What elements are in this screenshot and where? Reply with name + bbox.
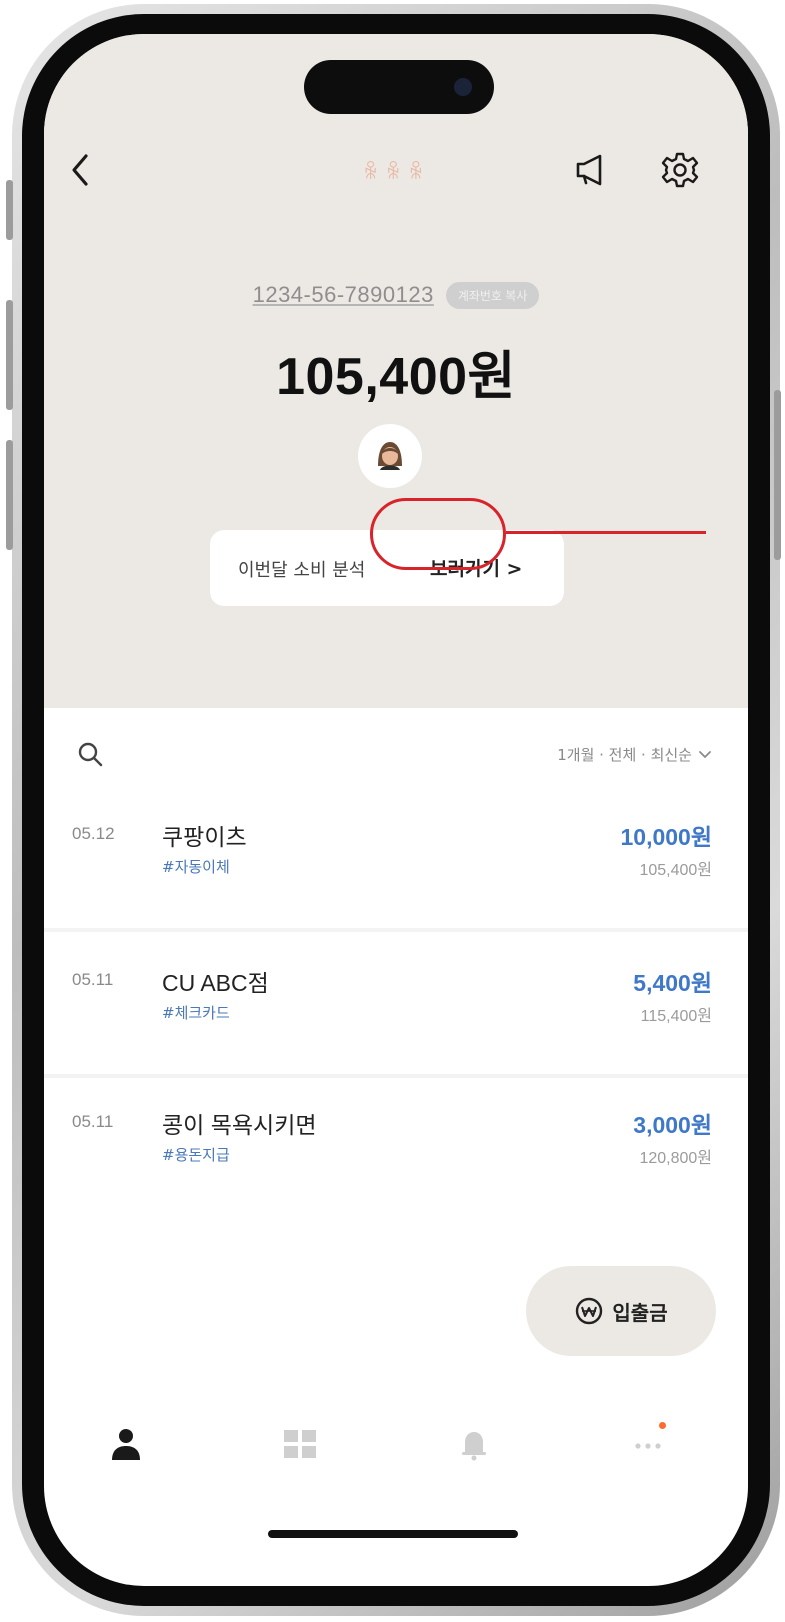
tab-menu[interactable] (270, 1414, 330, 1474)
settings-button[interactable] (654, 144, 706, 196)
transaction-amount: 10,000원 (620, 824, 712, 850)
tab-notifications[interactable] (444, 1414, 504, 1474)
bell-icon (462, 1432, 486, 1461)
transaction-row[interactable]: 05.12 쿠팡이츠 #자동이체 10,000원 105,400원 (44, 798, 748, 928)
filter-bar: 1개월 · 전체 · 최신순 (44, 708, 748, 798)
front-camera (454, 78, 472, 96)
account-number[interactable]: 1234-56-7890123 (253, 282, 434, 308)
transaction-date: 05.11 (72, 970, 114, 989)
transaction-date: 05.11 (72, 1112, 114, 1131)
bottom-tab-bar (44, 1384, 748, 1494)
tab-profile[interactable] (96, 1414, 156, 1474)
deposit-withdraw-label: 입출금 (612, 1300, 668, 1325)
notification-dot (659, 1422, 666, 1429)
person-icon (112, 1429, 140, 1460)
highlight-pointer-line (506, 531, 706, 534)
nickname-glyph: ꆜ (363, 160, 380, 184)
gear-icon (661, 152, 699, 188)
grid-icon (284, 1430, 316, 1458)
account-header: ꆜ ꆜ ꆜ 1234-56-7890123 계좌번호 복사 105,400원 이… (44, 34, 748, 708)
search-button[interactable] (70, 734, 110, 774)
transaction-row[interactable]: 05.11 콩이 목욕시키면 #용돈지급 3,000원 120,800원 (44, 1086, 748, 1216)
chevron-down-icon (699, 750, 711, 758)
transaction-tag: #자동이체 (162, 858, 230, 876)
transaction-tag: #체크카드 (162, 1004, 230, 1022)
memoji-avatar-icon (378, 442, 402, 470)
transaction-tag: #용돈지급 (162, 1146, 230, 1164)
app-screen: ꆜ ꆜ ꆜ 1234-56-7890123 계좌번호 복사 105,400원 이… (44, 34, 748, 1586)
megaphone-icon (576, 154, 602, 186)
transaction-amount: 3,000원 (633, 1112, 712, 1138)
highlight-ring-annotation (370, 498, 506, 570)
spending-analysis-label: 이번달 소비 분석 (238, 560, 366, 581)
avatar[interactable] (358, 424, 422, 488)
transaction-title: 쿠팡이츠 (162, 824, 247, 850)
nickname-glyph: ꆜ (385, 160, 403, 184)
home-indicator[interactable] (268, 1530, 518, 1538)
transaction-balance: 115,400원 (640, 1008, 712, 1025)
account-nickname: ꆜ ꆜ ꆜ (324, 156, 464, 186)
side-button-mute (6, 180, 13, 240)
tab-more[interactable] (618, 1414, 678, 1474)
chevron-left-icon (72, 154, 88, 186)
transaction-amount: 5,400원 (633, 970, 712, 996)
dynamic-island (304, 60, 494, 114)
transaction-row[interactable]: 05.11 CU ABC점 #체크카드 5,400원 115,400원 (44, 944, 748, 1074)
more-dots-icon (635, 1443, 661, 1449)
won-coin-icon (576, 1297, 603, 1325)
back-button[interactable] (58, 142, 102, 198)
row-divider (44, 928, 748, 932)
announcement-button[interactable] (564, 144, 616, 196)
search-icon (78, 742, 103, 767)
filter-dropdown[interactable]: 1개월 · 전체 · 최신순 (557, 744, 712, 765)
transaction-balance: 120,800원 (639, 1150, 712, 1167)
transaction-title: 콩이 목욕시키면 (162, 1112, 317, 1138)
side-button-volume-up (6, 300, 13, 410)
filter-label: 1개월 · 전체 · 최신순 (557, 746, 692, 764)
transaction-balance: 105,400원 (639, 862, 712, 879)
side-button-power (774, 390, 781, 560)
account-number-row: 1234-56-7890123 계좌번호 복사 (44, 278, 748, 312)
side-button-volume-down (6, 440, 13, 550)
row-divider (44, 1074, 748, 1078)
nickname-glyph: ꆜ (408, 160, 425, 184)
copy-account-badge[interactable]: 계좌번호 복사 (445, 281, 540, 309)
deposit-withdraw-button[interactable]: 입출금 (526, 1266, 716, 1356)
transaction-date: 05.12 (72, 824, 115, 843)
transaction-title: CU ABC점 (162, 970, 269, 996)
account-balance: 105,400원 (276, 348, 516, 406)
